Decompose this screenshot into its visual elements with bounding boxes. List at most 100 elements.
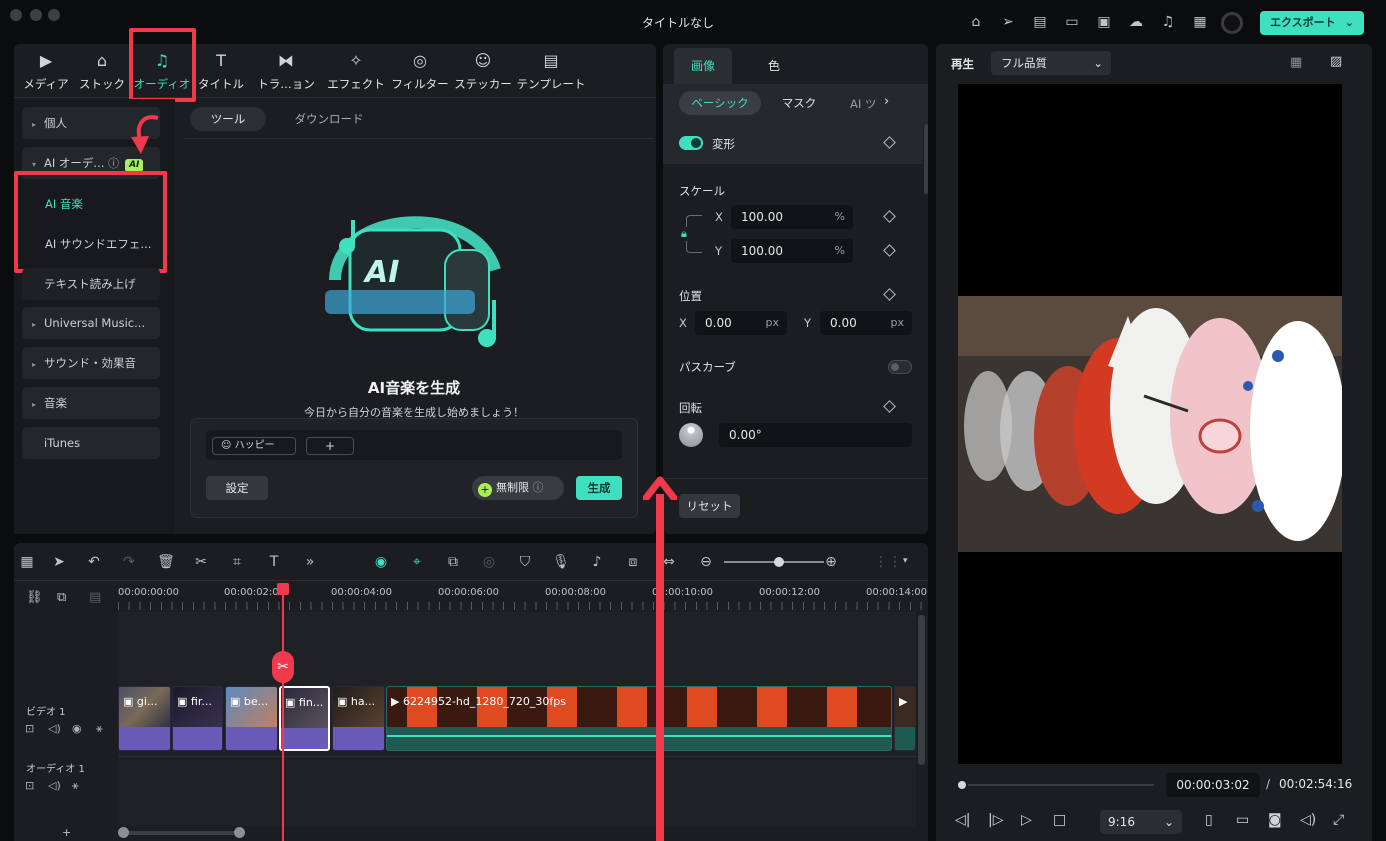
stop-icon[interactable]: □ (1053, 812, 1066, 828)
redo-icon[interactable]: ↷ (120, 553, 138, 571)
tab-templates[interactable]: ▤ テンプレート (516, 50, 586, 92)
tab-download[interactable]: ダウンロード (282, 107, 376, 131)
mobile-preview-icon[interactable]: ▯ (1205, 812, 1213, 828)
group-icon[interactable]: ⧉ (57, 590, 66, 605)
transform-toggle[interactable] (679, 136, 703, 150)
scale-x-field[interactable]: 100.00% (731, 205, 853, 229)
undo-icon[interactable]: ↶ (85, 553, 103, 571)
video-clip[interactable]: ▣ gi... (118, 686, 171, 751)
sidebar-item-itunes[interactable]: iTunes (22, 427, 160, 459)
position-x-field[interactable]: 0.00 px (695, 311, 787, 335)
track-settings-icon[interactable]: ⋮⋮ (874, 553, 902, 571)
current-time[interactable]: 00:00:03:02 (1166, 773, 1260, 797)
subtab-mask[interactable]: マスク (772, 91, 826, 115)
tab-stock[interactable]: ⌂ ストック (78, 50, 126, 92)
send-icon[interactable]: ➢ (998, 12, 1018, 32)
tab-tools[interactable]: ツール (190, 107, 266, 131)
video-clip[interactable]: ▣ fir... (172, 686, 223, 751)
playhead-handle[interactable] (956, 779, 968, 791)
chevron-down-icon[interactable]: ▾ (903, 556, 908, 566)
scroll-handle-right[interactable] (234, 827, 245, 838)
stabilize-icon[interactable]: ◎ (480, 553, 498, 571)
auto-clip-icon[interactable]: ⧈ (624, 553, 642, 571)
quality-dropdown[interactable]: フル品質 ⌄ (991, 51, 1111, 75)
playback-track[interactable] (958, 784, 1154, 786)
snap-icon[interactable]: ⌖ (408, 553, 426, 571)
snapshot-icon[interactable]: ◙ (1268, 812, 1282, 828)
render-preview-icon[interactable]: ⧉ (444, 553, 462, 571)
scroll-handle-left[interactable] (118, 827, 129, 838)
marker-icon[interactable]: ⛉ (516, 553, 534, 571)
magic-wand-icon[interactable]: ⚹ (72, 779, 79, 793)
video-clip[interactable]: ▣ be... (225, 686, 278, 751)
chevron-right-icon[interactable]: › (884, 94, 889, 109)
tab-effects[interactable]: ✧ エフェクト (326, 50, 386, 92)
sidebar-item-sound-effects[interactable]: ▸ サウンド・効果音 (22, 347, 160, 379)
play-icon[interactable]: ▷ (1021, 812, 1032, 828)
eye-icon[interactable]: ◉ (72, 722, 82, 735)
ai-mascot-icon[interactable]: ◉ (372, 553, 390, 571)
timeline-horizontal-scrollbar[interactable] (118, 831, 244, 835)
zoom-slider-handle[interactable] (774, 557, 784, 567)
subtab-ai-tools[interactable]: AI ツ (850, 96, 876, 112)
rotate-dial[interactable] (679, 423, 703, 447)
lock-icon[interactable]: 🔒︎ (681, 227, 687, 241)
select-tool-icon[interactable]: ➤ (50, 553, 68, 571)
playhead-handle[interactable] (277, 583, 289, 595)
add-track-icon[interactable]: + (62, 826, 71, 839)
volume-track-icon[interactable]: ◁) (48, 779, 61, 792)
lock-track-icon[interactable]: ⊡ (25, 722, 34, 735)
save-icon[interactable]: ▣ (1094, 12, 1114, 32)
pathcurve-toggle[interactable] (888, 360, 912, 374)
text-tool-icon[interactable]: T (265, 553, 283, 571)
export-button[interactable]: エクスポート ⌄ (1260, 11, 1364, 35)
image-icon[interactable]: ▨ (1330, 54, 1342, 69)
microphone-icon[interactable]: 🎙︎ (552, 553, 570, 571)
zoom-in-icon[interactable]: ⊕ (822, 553, 840, 571)
video-clip-selected[interactable]: ▣ fin... (279, 686, 330, 751)
next-frame-icon[interactable]: |▷ (988, 812, 1003, 828)
timeline-playhead[interactable] (282, 590, 284, 841)
add-tag-button[interactable]: + (306, 437, 354, 455)
volume-track-icon[interactable]: ◁) (48, 722, 61, 735)
audio-mix-icon[interactable]: ♪ (588, 553, 606, 571)
volume-icon[interactable]: ◁) (1300, 812, 1316, 828)
track-layout-icon[interactable]: ▤ (89, 590, 101, 605)
layout-icon[interactable]: ▭ (1062, 12, 1082, 32)
tab-image[interactable]: 画像 (674, 48, 732, 84)
tab-media[interactable]: ▶ メディア (22, 50, 70, 92)
fullscreen-icon[interactable]: ⤢ (1333, 812, 1344, 828)
generate-button[interactable]: 生成 (576, 476, 622, 500)
video-clip-long[interactable]: ▶ 6224952-hd_1280_720_30fps (386, 686, 892, 751)
lock-track-icon[interactable]: ⊡ (25, 779, 34, 792)
time-ruler-ticks[interactable] (118, 602, 926, 610)
split-scissors-icon[interactable]: ✂ (272, 651, 294, 683)
project-icon[interactable]: ▤ (1030, 12, 1050, 32)
properties-scrollbar[interactable] (924, 124, 928, 194)
tab-filters[interactable]: ◎ フィルター (390, 50, 450, 92)
link-icon[interactable]: ⛓ (26, 590, 43, 605)
layout-grid-icon[interactable]: ▦ (18, 553, 36, 571)
zoom-out-icon[interactable]: ⊖ (697, 553, 715, 571)
sidebar-item-music[interactable]: ▸ 音楽 (22, 387, 160, 419)
scale-y-field[interactable]: 100.00% (731, 239, 853, 263)
grid-icon[interactable]: ▦ (1190, 12, 1210, 32)
tab-transitions[interactable]: ⧓ トラ…ョン (256, 50, 316, 92)
headset-icon[interactable]: ♫ (1158, 12, 1178, 32)
position-y-field[interactable]: 0.00 px (820, 311, 912, 335)
mood-tag[interactable]: ☺ ハッピー (212, 437, 296, 455)
avatar[interactable] (1221, 12, 1243, 34)
magic-wand-icon[interactable]: ⚹ (96, 722, 103, 736)
rotate-field[interactable]: 0.00° (719, 423, 912, 447)
delete-icon[interactable]: 🗑︎ (157, 553, 175, 571)
sidebar-item-universal-music[interactable]: ▸ Universal Music... (22, 307, 160, 339)
sidebar-item-tts[interactable]: テキスト読み上げ (22, 268, 160, 300)
tab-titles[interactable]: T タイトル (197, 50, 245, 92)
gift-icon[interactable]: ⌂ (966, 12, 986, 32)
reset-button[interactable]: リセット (679, 494, 740, 518)
unlimited-badge[interactable]: + 無制限 ⓘ (472, 476, 564, 500)
tab-stickers[interactable]: ☺ ステッカー (453, 50, 513, 92)
settings-button[interactable]: 設定 (206, 476, 268, 500)
subtab-basic[interactable]: ベーシック (679, 91, 761, 115)
more-icon[interactable]: » (301, 553, 319, 571)
